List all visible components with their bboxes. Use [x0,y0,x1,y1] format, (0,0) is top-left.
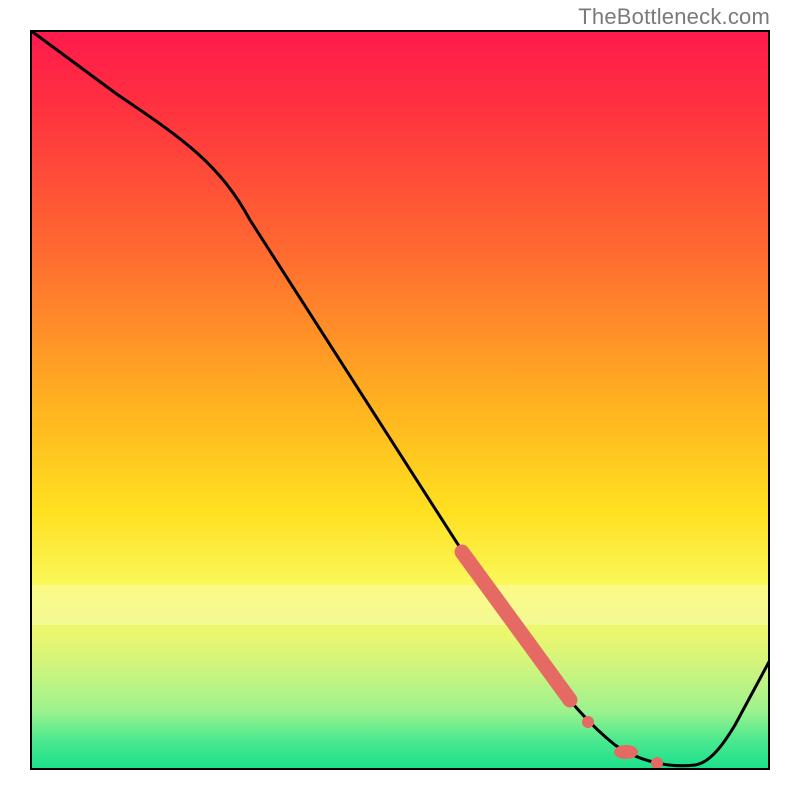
pale-band-upper [30,585,770,625]
gradient-background [30,30,770,770]
watermark-text: TheBottleneck.com [578,4,770,30]
chart-canvas: TheBottleneck.com [0,0,800,800]
